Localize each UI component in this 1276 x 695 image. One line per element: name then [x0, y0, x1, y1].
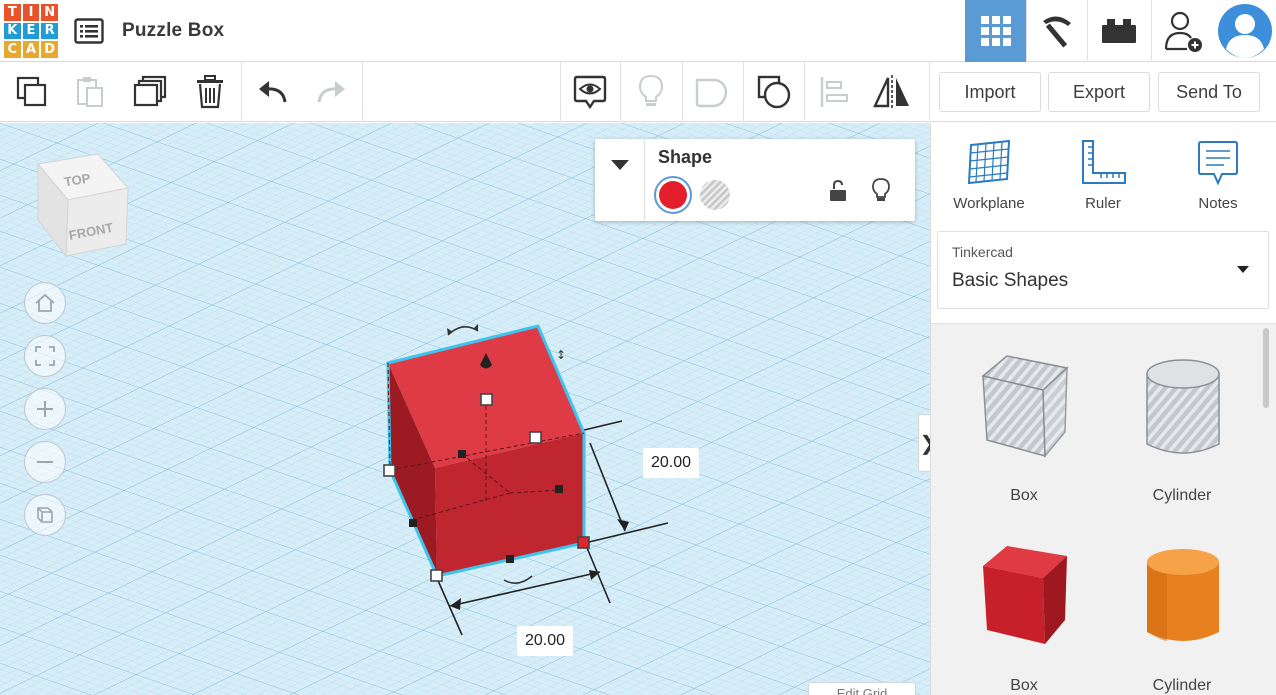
ruler-icon	[1079, 139, 1127, 187]
logo-letter: E	[23, 23, 40, 40]
shape-box-hole[interactable]: Box	[949, 344, 1099, 514]
lock-icon[interactable]	[828, 179, 848, 203]
avatar-icon	[1217, 3, 1273, 59]
project-title[interactable]: Puzzle Box	[122, 20, 224, 42]
shape-label: Cylinder	[1107, 487, 1257, 505]
tinkercad-logo[interactable]: TIN KER CAD	[4, 4, 58, 58]
pickaxe-icon	[1037, 11, 1077, 51]
caret-down-icon	[610, 159, 630, 171]
shape-label: Cylinder	[1107, 677, 1257, 695]
paste-icon	[74, 75, 106, 109]
notes-icon	[1196, 139, 1240, 187]
edit-grid-button[interactable]: Edit Grid	[808, 682, 916, 695]
align-icon	[818, 75, 850, 109]
lightbulb-icon	[636, 74, 666, 110]
align-button[interactable]	[814, 72, 854, 112]
svg-text:↕: ↕	[556, 348, 566, 362]
shapes-panel: Workplane Ruler Notes Tinkercad Basic Sh…	[930, 123, 1276, 695]
solid-color-button[interactable]	[653, 175, 693, 215]
hint-button[interactable]	[631, 72, 671, 112]
inspector-title: Shape	[658, 147, 712, 168]
library-name: Basic Shapes	[952, 270, 1068, 292]
edit-toolbar: Import Export Send To	[0, 62, 1276, 122]
delete-button[interactable]	[190, 72, 230, 112]
logo-letter: K	[4, 23, 21, 40]
cylinder-solid-icon	[1127, 540, 1237, 660]
ruler-label: Ruler	[1053, 195, 1153, 212]
duplicate-icon	[132, 75, 168, 109]
shape-cylinder-solid[interactable]: Cylinder	[1107, 534, 1257, 695]
paste-button[interactable]	[70, 72, 110, 112]
inspector-toggle[interactable]	[595, 139, 645, 221]
shape-label: Box	[949, 677, 1099, 695]
mirror-icon	[872, 74, 912, 110]
width-dimension-input[interactable]: 20.00	[517, 626, 573, 656]
box-hole-icon	[969, 350, 1079, 470]
logo-letter: R	[41, 23, 58, 40]
logo-letter: N	[41, 4, 58, 21]
shape-cylinder-hole[interactable]: Cylinder	[1107, 344, 1257, 514]
shapes-grid: Box Cylinder Box Cylinder	[931, 323, 1276, 695]
ungroup-button[interactable]	[754, 72, 794, 112]
cylinder-hole-icon	[1127, 350, 1237, 470]
ungroup-icon	[756, 74, 792, 110]
invite-user-button[interactable]	[1152, 0, 1214, 62]
workplane-label: Workplane	[939, 195, 1039, 212]
shape-box-solid[interactable]: Box	[949, 534, 1099, 695]
copy-icon	[15, 75, 49, 109]
box-solid-icon	[969, 540, 1079, 660]
redo-icon	[315, 80, 347, 104]
import-button[interactable]: Import	[939, 72, 1041, 112]
undo-icon	[257, 80, 289, 104]
logo-letter: A	[23, 41, 40, 58]
group-icon	[694, 75, 730, 109]
lightbulb-icon[interactable]	[871, 177, 891, 203]
3d-design-view-button[interactable]	[965, 0, 1026, 62]
redo-button[interactable]	[311, 72, 351, 112]
grid-icon	[980, 15, 1012, 47]
shape-library-selector[interactable]: Tinkercad Basic Shapes	[937, 231, 1269, 309]
brick-icon	[1101, 17, 1137, 45]
workplane-tool-button[interactable]: Workplane	[939, 137, 1039, 217]
bricks-view-button[interactable]	[1088, 0, 1150, 62]
send-to-button[interactable]: Send To	[1158, 72, 1260, 112]
copy-button[interactable]	[12, 72, 52, 112]
shape-label: Box	[949, 487, 1099, 505]
notes-tool-button[interactable]: Notes	[1168, 137, 1268, 217]
add-user-icon	[1162, 9, 1204, 53]
mirror-button[interactable]	[872, 72, 912, 112]
logo-letter: D	[41, 41, 58, 58]
ruler-tool-button[interactable]: Ruler	[1053, 137, 1153, 217]
shape-inspector: Shape	[595, 139, 915, 221]
logo-letter: C	[4, 41, 21, 58]
user-avatar[interactable]	[1216, 0, 1274, 62]
group-button[interactable]	[692, 72, 732, 112]
trash-icon	[195, 75, 225, 109]
undo-button[interactable]	[253, 72, 293, 112]
header: TIN KER CAD Puzzle Box	[0, 0, 1276, 62]
notes-label: Notes	[1168, 195, 1268, 212]
shapes-scrollbar[interactable]	[1263, 328, 1269, 408]
blocks-view-button[interactable]	[1027, 0, 1087, 62]
duplicate-button[interactable]	[130, 72, 170, 112]
caret-down-icon	[1236, 265, 1250, 274]
library-category: Tinkercad	[952, 244, 1013, 260]
list-menu-icon	[74, 18, 104, 44]
workplane-icon	[965, 139, 1013, 187]
logo-letter: I	[23, 4, 40, 21]
design-menu-button[interactable]	[72, 14, 106, 48]
show-all-icon	[573, 74, 607, 110]
show-all-button[interactable]	[570, 72, 610, 112]
export-button[interactable]: Export	[1048, 72, 1150, 112]
length-dimension-input[interactable]: 20.00	[643, 448, 699, 478]
logo-letter: T	[4, 4, 21, 21]
hole-button[interactable]	[698, 178, 732, 212]
